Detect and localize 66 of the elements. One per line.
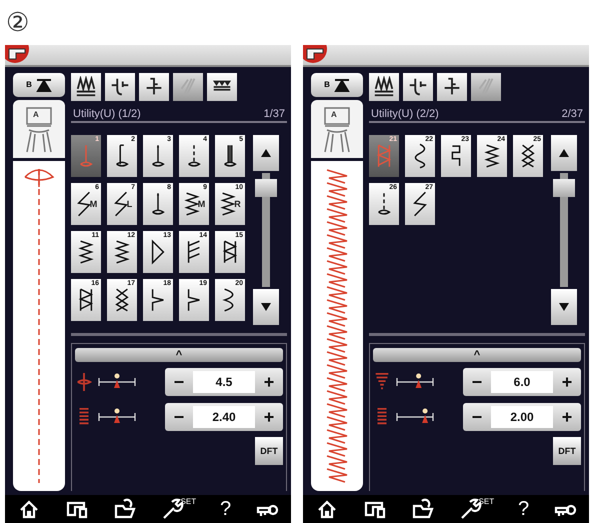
increase-button[interactable]: + [553,403,581,431]
tool-button[interactable] [139,73,169,101]
tool-button[interactable] [369,73,399,101]
pattern-counter: 1/37 [264,108,285,120]
stitch-icon [483,142,501,170]
stitch-icon [375,142,393,170]
decrease-button[interactable]: − [165,403,193,431]
stitch-icon [221,238,239,266]
folder-icon [112,497,137,521]
setting-value: 6.0 [491,371,553,393]
machine-icon [5,45,31,63]
stitch-icon [113,238,131,266]
presser-foot-button[interactable]: B [13,73,65,97]
foot-letter: A [33,110,39,119]
increase-button[interactable]: + [553,368,581,396]
up-arrow-icon [558,148,570,158]
tool-button[interactable] [207,73,237,101]
stitch-icon [77,286,95,314]
stitch-icon [77,238,95,266]
tool-button[interactable] [105,73,135,101]
setting-value: 2.40 [193,406,255,428]
collapse-button[interactable]: ^ [373,348,581,362]
stitch-icon [112,190,130,218]
stitch-tool-icon [372,76,396,98]
increase-button[interactable]: + [255,368,283,396]
foot-letter: A [331,110,337,119]
step-number: ② [6,7,29,38]
stitch-tool-icon [74,76,98,98]
scroll-up-button[interactable] [551,135,577,171]
scrollbar-thumb[interactable] [255,179,277,197]
scroll-down-button[interactable] [551,289,577,325]
scroll-down-button[interactable] [253,289,279,325]
nav-button[interactable] [410,497,435,521]
decrease-button[interactable]: − [463,368,491,396]
foot-lift-icon [36,78,52,92]
pattern-counter: 2/37 [562,108,583,120]
presser-foot-button[interactable]: B [311,73,363,97]
machine-icon [303,45,329,63]
setting-value: 2.00 [491,406,553,428]
tool-button[interactable] [437,73,467,101]
collapse-button[interactable]: ^ [75,348,283,362]
tool-button[interactable] [403,73,433,101]
increase-button[interactable]: + [255,403,283,431]
stitch-icon [149,238,167,266]
foot-lift-icon [334,78,350,92]
decrease-button[interactable]: − [165,368,193,396]
up-arrow-icon [260,148,272,158]
nav-button[interactable] [112,497,137,521]
help-button[interactable]: ? [518,497,530,521]
default-button[interactable]: DFT [553,437,581,465]
setting-value: 4.5 [193,371,255,393]
stitch-icon [113,286,131,314]
down-arrow-icon [558,302,570,312]
scroll-up-button[interactable] [253,135,279,171]
down-arrow-icon [260,302,272,312]
category-title: Utility(U) (2/2) [371,108,439,120]
default-button[interactable]: DFT [255,437,283,465]
help-button[interactable]: ? [220,497,232,521]
stitch-icon [411,190,429,218]
stitch-icon [519,142,537,170]
setting-icon [75,371,93,393]
decrease-button[interactable]: − [463,403,491,431]
scrollbar-thumb[interactable] [553,179,575,197]
category-title: Utility(U) (1/2) [73,108,141,120]
tool-button[interactable] [71,73,101,101]
folder-icon [410,497,435,521]
